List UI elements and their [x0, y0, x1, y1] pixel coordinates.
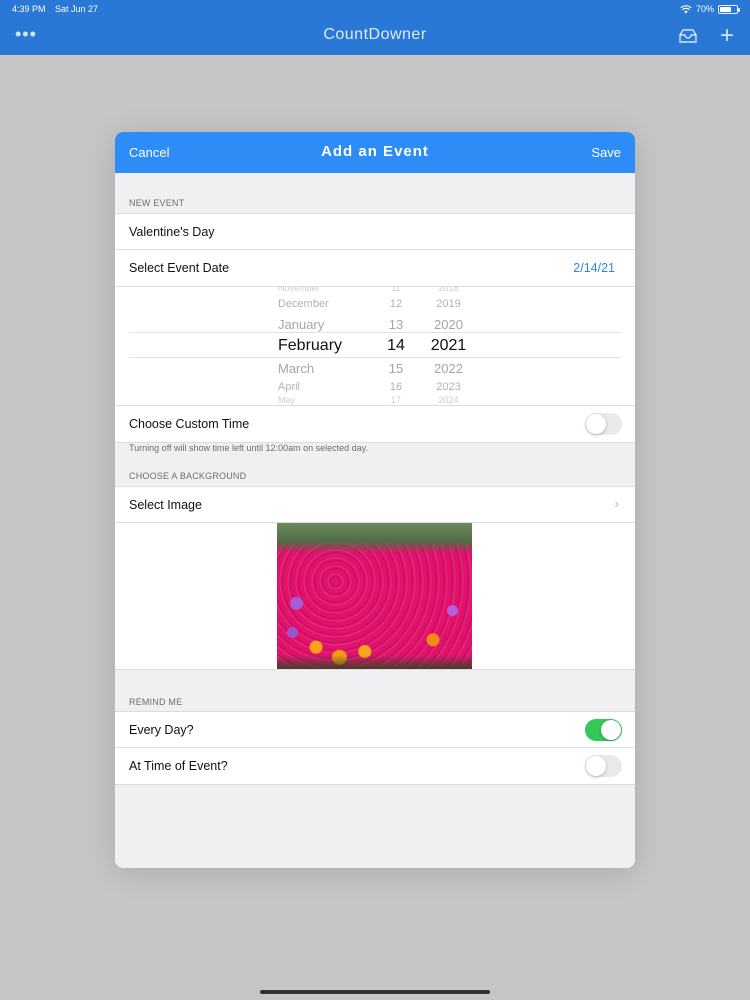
- custom-time-footnote: Turning off will show time left until 12…: [129, 443, 368, 453]
- picker-years-item[interactable]: 2018: [438, 287, 458, 293]
- section-header-remind-me: REMIND ME: [129, 697, 183, 707]
- picker-days-item[interactable]: 16: [390, 381, 402, 393]
- every-day-row: Every Day?: [115, 711, 635, 748]
- custom-time-toggle[interactable]: [585, 413, 622, 435]
- background-image-preview: [277, 523, 472, 669]
- at-time-label: At Time of Event?: [129, 759, 228, 773]
- toggle-knob: [586, 414, 606, 434]
- picker-days-item[interactable]: 13: [389, 317, 403, 332]
- picker-selection-line-bottom: [129, 357, 621, 358]
- every-day-label: Every Day?: [129, 723, 194, 737]
- chevron-right-icon: ›: [614, 495, 619, 511]
- add-event-button[interactable]: +: [720, 22, 734, 50]
- picker-years-item[interactable]: 2022: [434, 361, 463, 376]
- save-button[interactable]: Save: [591, 145, 621, 160]
- battery-percent: 70%: [695, 4, 714, 14]
- picker-months-item[interactable]: November: [278, 287, 320, 293]
- select-image-label: Select Image: [129, 498, 202, 512]
- status-time: 4:39 PM: [12, 4, 46, 14]
- picker-days-item[interactable]: 15: [389, 361, 403, 376]
- new-event-group: Valentine's Day Select Event Date 2/14/2…: [115, 213, 635, 443]
- picker-year-column[interactable]: 2018 2019 2020 2021 2022 2023 2024: [426, 287, 471, 405]
- picker-selection-line-top: [129, 332, 621, 333]
- background-group: Select Image ›: [115, 486, 635, 670]
- top-bar: 4:39 PM Sat Jun 27 70% ••• CountDowner +: [0, 0, 750, 55]
- picker-month-column[interactable]: November December January February March Apri…: [278, 287, 358, 405]
- selected-date-value[interactable]: 2/14/21: [573, 261, 615, 275]
- picker-months-item[interactable]: January: [278, 317, 324, 332]
- every-day-toggle[interactable]: [585, 719, 622, 741]
- select-date-row[interactable]: Select Event Date 2/14/21: [115, 250, 635, 287]
- picker-years-item[interactable]: 2024: [438, 395, 458, 405]
- picker-years-item[interactable]: 2020: [434, 317, 463, 332]
- picker-days-item[interactable]: 12: [390, 298, 402, 310]
- toggle-knob: [586, 756, 606, 776]
- picker-days-item[interactable]: 17: [391, 395, 401, 405]
- wifi-icon: [680, 4, 692, 13]
- picker-months-item[interactable]: February: [278, 337, 342, 355]
- section-header-background: CHOOSE A BACKGROUND: [129, 471, 247, 481]
- status-indicators: 70%: [680, 4, 740, 14]
- picker-months-item[interactable]: April: [278, 381, 300, 393]
- event-name-field[interactable]: Valentine's Day: [129, 225, 215, 239]
- at-time-row: At Time of Event?: [115, 748, 635, 785]
- inbox-icon[interactable]: [678, 28, 698, 49]
- picker-day-column[interactable]: 11 12 13 14 15 16 17: [381, 287, 411, 405]
- picker-months-item[interactable]: December: [278, 298, 329, 310]
- background-preview-row: [115, 523, 635, 670]
- battery-fill: [720, 6, 731, 12]
- home-indicator: [260, 990, 490, 994]
- at-time-toggle[interactable]: [585, 755, 622, 777]
- toggle-knob: [601, 720, 621, 740]
- modal-title: Add an Event: [321, 143, 429, 160]
- status-date: Sat Jun 27: [55, 4, 99, 14]
- event-name-row[interactable]: Valentine's Day: [115, 213, 635, 250]
- remind-group: Every Day? At Time of Event?: [115, 711, 635, 785]
- picker-months-item[interactable]: May: [278, 395, 295, 405]
- add-event-modal: Cancel Add an Event Save NEW EVENT Valen…: [115, 132, 635, 868]
- battery-icon: [718, 4, 740, 14]
- nav-bar: ••• CountDowner +: [0, 18, 750, 55]
- picker-years-item[interactable]: 2023: [436, 381, 460, 393]
- app-title: CountDowner: [323, 26, 427, 43]
- picker-days-item[interactable]: 11: [391, 287, 400, 293]
- picker-years-item[interactable]: 2019: [436, 298, 460, 310]
- modal-header: Cancel Add an Event Save: [115, 132, 635, 173]
- date-picker[interactable]: November December January February March Apri…: [115, 287, 635, 406]
- picker-months-item[interactable]: March: [278, 361, 314, 376]
- custom-time-row: Choose Custom Time: [115, 406, 635, 443]
- picker-days-item[interactable]: 14: [387, 337, 405, 355]
- select-date-label: Select Event Date: [129, 261, 230, 275]
- custom-time-label: Choose Custom Time: [129, 417, 250, 431]
- select-image-row[interactable]: Select Image ›: [115, 486, 635, 523]
- status-bar: 4:39 PM Sat Jun 27 70%: [0, 0, 750, 18]
- section-header-new-event: NEW EVENT: [129, 198, 185, 208]
- picker-years-item[interactable]: 2021: [431, 337, 467, 355]
